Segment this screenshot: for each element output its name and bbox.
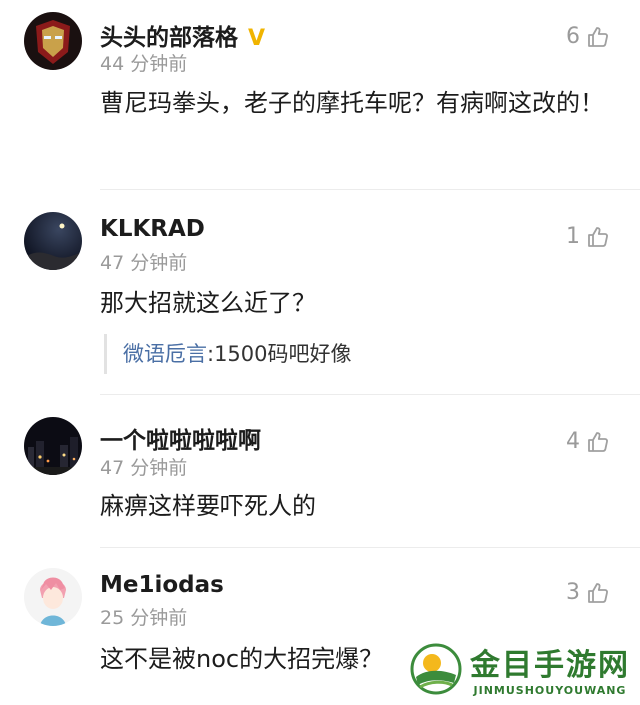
comment-text: 那大招就这么近了？ <box>100 289 316 317</box>
avatar[interactable] <box>24 417 82 475</box>
like-button[interactable]: 1 <box>566 224 610 249</box>
avatar[interactable] <box>24 568 82 626</box>
reply-author[interactable]: 微语卮言 <box>123 342 207 366</box>
avatar[interactable] <box>24 212 82 270</box>
reply-quote[interactable]: 微语卮言:1500码吧好像 <box>104 334 352 374</box>
watermark-logo-icon <box>410 643 462 694</box>
watermark-title: 金目手游网 <box>470 648 630 683</box>
thumbs-up-icon <box>588 431 608 452</box>
like-count: 3 <box>566 580 580 605</box>
thumbs-up-icon <box>588 226 608 247</box>
avatar[interactable] <box>24 12 82 70</box>
username[interactable]: KLKRAD <box>100 216 205 242</box>
comment-text: 曹尼玛拳头，老子的摩托车呢？有病啊这改的！ <box>100 89 604 117</box>
like-button[interactable]: 3 <box>566 580 610 605</box>
like-count: 1 <box>566 224 580 249</box>
reply-text: :1500码吧好像 <box>207 342 352 366</box>
iron-man-avatar-icon <box>24 12 82 70</box>
like-count: 4 <box>566 429 580 454</box>
thumbs-up-icon <box>588 582 608 603</box>
site-watermark: 金目手游网 JINMUSHOUYOUWANG <box>410 640 630 697</box>
timestamp: 47 分钟前 <box>100 457 188 479</box>
watermark-text: 金目手游网 JINMUSHOUYOUWANG <box>470 640 630 697</box>
timestamp: 44 分钟前 <box>100 53 188 75</box>
night-sky-avatar-icon <box>24 212 82 270</box>
like-button[interactable]: 4 <box>566 429 610 454</box>
like-count: 6 <box>566 24 580 49</box>
username[interactable]: 头头的部落格 V <box>100 18 265 52</box>
comment-item: KLKRAD 47 分钟前 1 那大招就这么近了？ 微语卮言:1500码吧好像 <box>0 190 640 395</box>
thumbs-up-icon <box>588 26 608 47</box>
verified-badge: V <box>248 26 266 51</box>
watermark-subtitle: JINMUSHOUYOUWANG <box>473 684 627 697</box>
city-night-avatar-icon <box>24 417 82 475</box>
username[interactable]: 一个啦啦啦啦啊 <box>100 421 261 455</box>
timestamp: 47 分钟前 <box>100 252 188 274</box>
username[interactable]: Me1iodas <box>100 572 224 598</box>
comment-item: 头头的部落格 V 44 分钟前 6 曹尼玛拳头，老子的摩托车呢？有病啊这改的！ <box>0 0 640 190</box>
timestamp: 25 分钟前 <box>100 607 188 629</box>
anime-boy-avatar-icon <box>24 568 82 626</box>
comment-text: 麻痹这样要吓死人的 <box>100 492 316 520</box>
comment-item: 一个啦啦啦啦啊 47 分钟前 4 麻痹这样要吓死人的 <box>0 395 640 548</box>
like-button[interactable]: 6 <box>566 24 610 49</box>
